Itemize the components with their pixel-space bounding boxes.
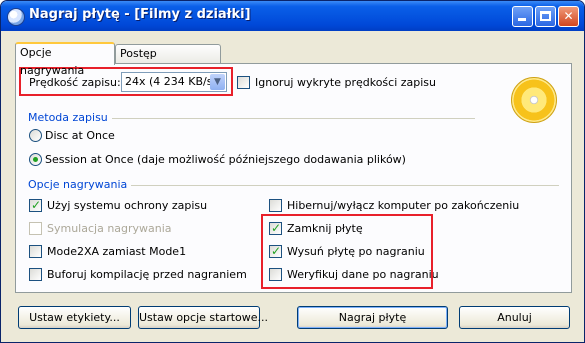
maximize-button[interactable] xyxy=(535,6,556,27)
ignore-speeds-label: Ignoruj wykryte prędkości zapisu xyxy=(255,76,437,89)
set-labels-button[interactable]: Ustaw etykiety... xyxy=(18,306,131,329)
cd-app-icon xyxy=(7,8,25,26)
write-protection-checkbox[interactable]: ✓ xyxy=(29,198,42,212)
close-button[interactable]: ✕ xyxy=(558,6,579,27)
window-title: Nagraj płytę - [Filmy z działki] xyxy=(29,7,251,22)
mode2xa-checkbox[interactable] xyxy=(29,245,42,258)
title-bar[interactable]: Nagraj płytę - [Filmy z działki] ✕ xyxy=(1,1,584,31)
radio-selected-dot xyxy=(33,157,38,162)
close-icon: ✕ xyxy=(563,9,574,23)
method-group-title: Metoda zapisu xyxy=(28,111,112,124)
options-group-title: Opcje nagrywania xyxy=(28,178,132,191)
simulation-label: Symulacja nagrywania xyxy=(47,222,172,235)
session-at-once-label: Session at Once (daje możliwość późniejs… xyxy=(45,153,406,166)
hibernate-checkbox[interactable] xyxy=(269,199,282,212)
disc-at-once-label: Disc at Once xyxy=(45,129,115,142)
write-protection-label: Użyj systemu ochrony zapisu xyxy=(47,199,208,212)
mode2xa-label: Mode2XA zamiast Mode1 xyxy=(47,245,187,258)
set-start-options-button[interactable]: Ustaw opcje startowe... xyxy=(138,306,268,329)
cancel-button[interactable]: Anuluj xyxy=(459,306,570,329)
session-at-once-radio[interactable] xyxy=(29,153,42,166)
checkmark-icon: ✓ xyxy=(31,198,42,212)
buffer-compilation-checkbox[interactable] xyxy=(29,268,42,281)
burn-disc-button[interactable]: Nagraj płytę xyxy=(297,306,448,329)
method-group-line xyxy=(95,118,475,119)
disc-at-once-radio[interactable] xyxy=(29,129,42,142)
options-group-line xyxy=(119,185,559,186)
minimize-button[interactable] xyxy=(512,6,533,27)
minimize-icon xyxy=(513,7,532,26)
maximize-icon xyxy=(536,7,555,26)
simulation-checkbox xyxy=(29,222,42,235)
buffer-compilation-label: Buforuj kompilację przed nagraniem xyxy=(47,268,247,281)
tab-burn-progress[interactable]: Postęp nagrywania xyxy=(115,44,221,78)
hibernate-label: Hibernuj/wyłącz komputer po zakończeniu xyxy=(287,199,520,212)
ignore-speeds-checkbox[interactable] xyxy=(237,76,250,89)
burn-disc-window: Nagraj płytę - [Filmy z działki] ✕ Opcje… xyxy=(0,0,585,343)
options-highlight-box xyxy=(261,214,433,289)
cd-disc-icon xyxy=(511,77,557,123)
tab-burn-options[interactable]: Opcje nagrywania xyxy=(15,42,115,77)
